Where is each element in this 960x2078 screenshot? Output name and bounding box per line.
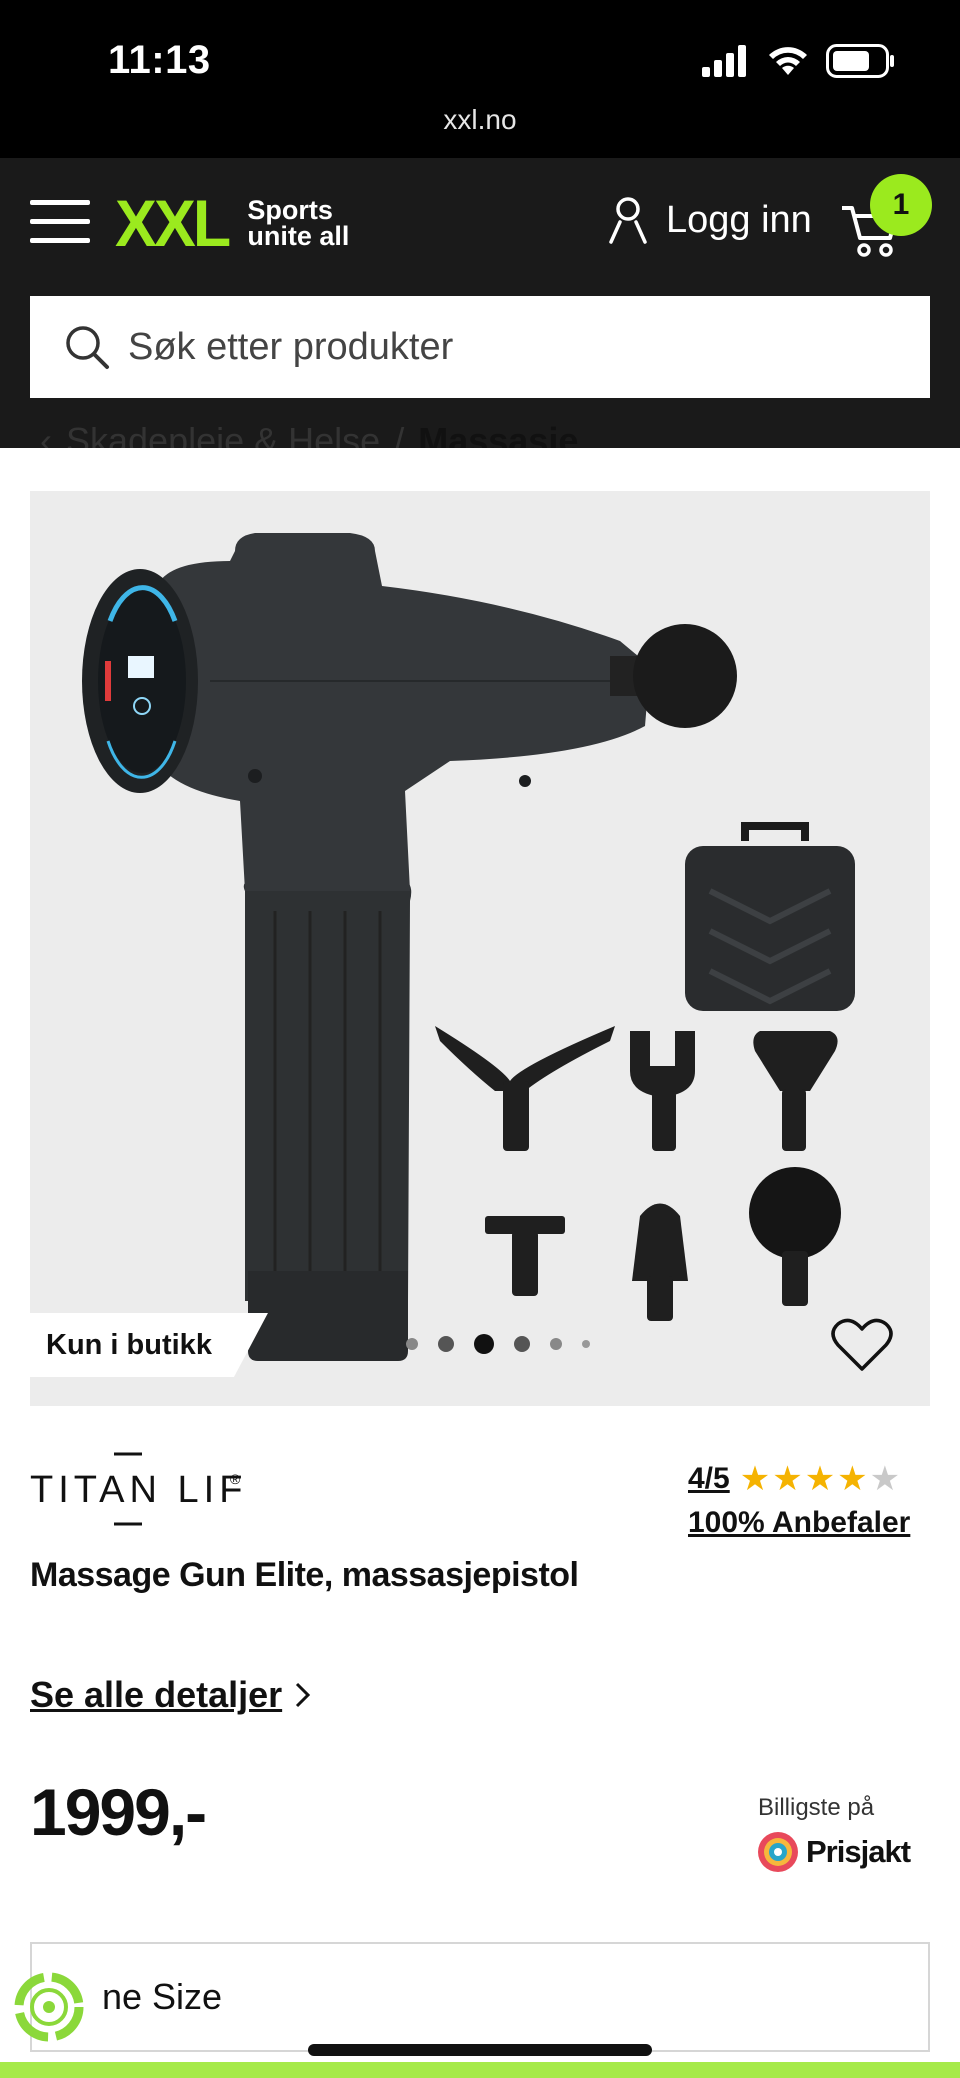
star-icon: ★ <box>837 1460 868 1498</box>
product-image <box>82 533 855 1361</box>
carousel-dot[interactable] <box>514 1336 530 1352</box>
brand-mark: ® <box>230 1471 241 1487</box>
size-select[interactable]: ne Size <box>30 1942 930 2052</box>
size-select-label: ne Size <box>102 1976 223 2017</box>
product-image-carousel[interactable]: Kun i butikk <box>30 491 930 1406</box>
breadcrumb-mask <box>0 448 960 491</box>
url-bar[interactable]: xxl.no <box>0 104 960 136</box>
status-icons <box>702 44 896 78</box>
home-indicator <box>308 2044 652 2056</box>
prisjakt-caption: Billigste på <box>758 1794 875 1821</box>
cart-count-badge: 1 <box>870 174 932 236</box>
carousel-dot[interactable] <box>438 1336 454 1352</box>
store-only-badge: Kun i butikk <box>30 1313 268 1377</box>
carousel-dot[interactable] <box>582 1340 590 1348</box>
xxl-logo[interactable]: XXL Sports unite all <box>112 188 349 258</box>
carousel-dot-active[interactable] <box>474 1334 494 1354</box>
support-chat-icon[interactable] <box>14 1972 84 2042</box>
logo-tagline-2: unite all <box>247 221 350 251</box>
details-link-label: Se alle detaljer <box>30 1674 283 1715</box>
menu-icon[interactable] <box>30 200 90 244</box>
star-icon: ★ <box>772 1460 803 1498</box>
carousel-dot[interactable] <box>406 1338 418 1350</box>
login-button[interactable]: Logg inn <box>608 196 812 244</box>
brand-logo[interactable]: TITAN LIFE ® <box>30 1450 273 1535</box>
star-icon: ★ <box>739 1460 771 1498</box>
see-all-details-link[interactable]: Se alle detaljer <box>30 1674 312 1716</box>
user-icon <box>609 197 647 244</box>
battery-icon <box>826 44 894 78</box>
site-header: XXL Sports unite all Logg inn 1 <box>0 158 960 448</box>
rating-stars: ★ ★ ★ ★ ★ <box>740 1462 900 1496</box>
star-icon: ★ <box>804 1460 836 1498</box>
star-empty-icon: ★ <box>869 1460 901 1498</box>
search-input[interactable] <box>128 325 888 369</box>
recommend-link[interactable]: 100% Anbefaler <box>688 1506 910 1540</box>
login-label: Logg inn <box>666 198 812 241</box>
product-title: Massage Gun Elite, massasjepistol <box>30 1556 579 1594</box>
carousel-dots <box>406 1334 590 1354</box>
wifi-icon <box>769 47 807 75</box>
rating-block[interactable]: 4/5 ★ ★ ★ ★ ★ 100% Anbefaler <box>688 1462 910 1540</box>
chevron-right-icon <box>296 1682 311 1708</box>
search-bar[interactable] <box>30 296 930 398</box>
logo-tagline-1: Sports <box>247 195 333 225</box>
logo-tagline: Sports unite all <box>247 195 350 251</box>
brand-name: TITAN LIFE <box>30 1469 250 1511</box>
logo-text: XXL <box>114 186 231 260</box>
price: 1999,- <box>30 1775 207 1849</box>
heart-icon[interactable] <box>830 1317 894 1373</box>
carousel-dot[interactable] <box>550 1338 562 1350</box>
prisjakt-badge[interactable]: Billigste på Prisjakt <box>756 1794 911 1874</box>
status-bar: 11:13 xxl.no <box>0 0 960 158</box>
search-icon <box>66 326 109 369</box>
signal-icon <box>702 45 746 77</box>
add-to-cart-bar-edge[interactable] <box>0 2062 960 2078</box>
rating-score[interactable]: 4/5 <box>688 1462 730 1496</box>
status-time: 11:13 <box>108 38 211 82</box>
prisjakt-logo-icon <box>758 1832 798 1872</box>
prisjakt-name: Prisjakt <box>806 1834 911 1869</box>
